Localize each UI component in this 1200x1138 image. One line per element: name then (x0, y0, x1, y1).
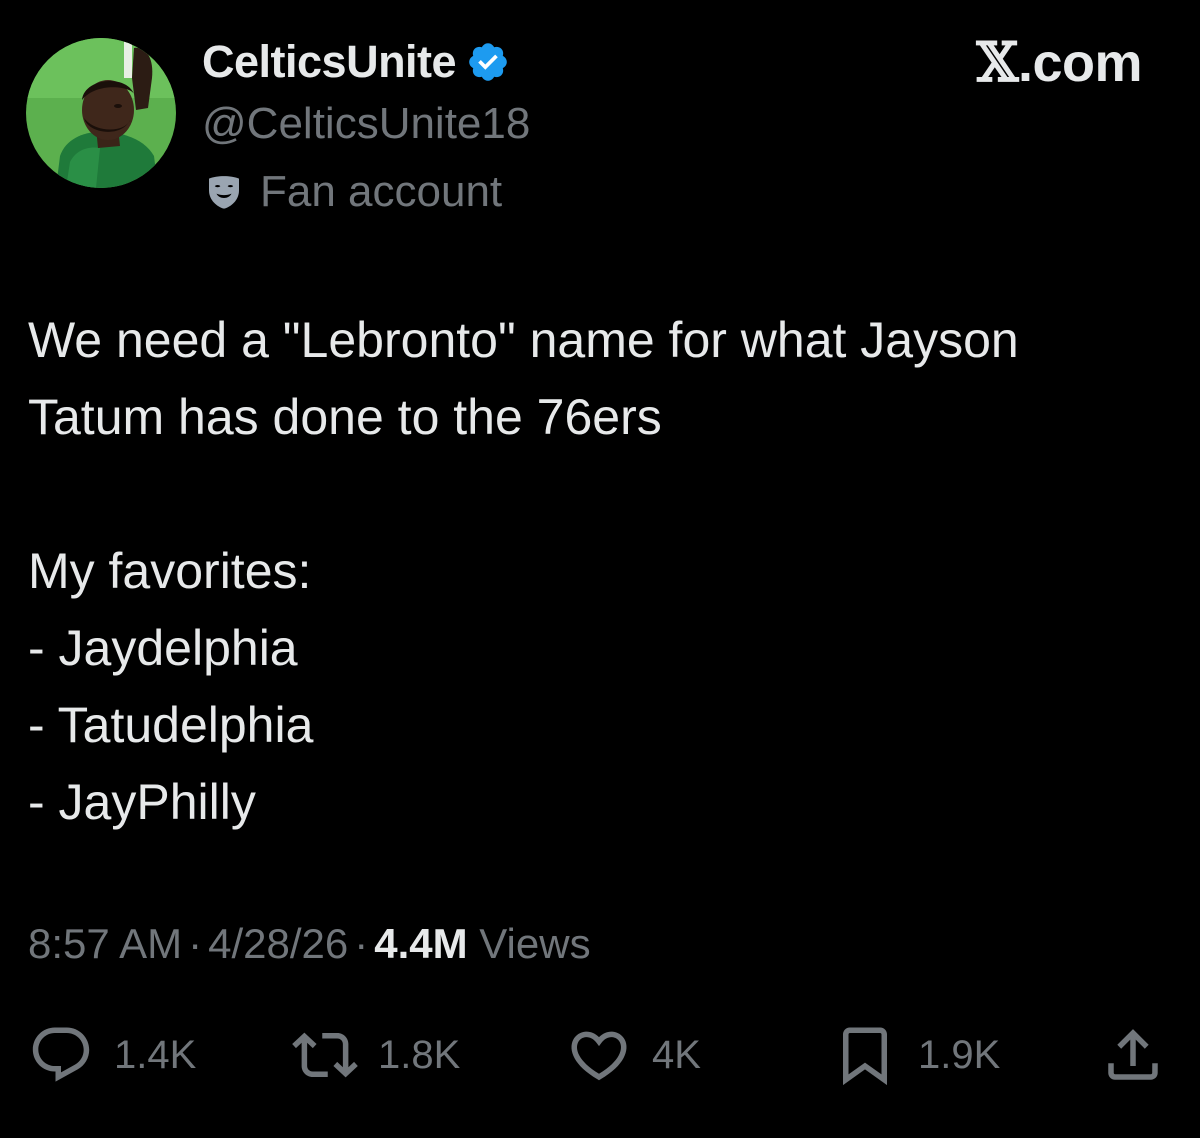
bookmark-count: 1.9K (918, 1032, 1001, 1077)
fan-account-label: Fan account (260, 167, 503, 216)
bookmark-icon (843, 1027, 887, 1086)
tweet-line: - JayPhilly (28, 774, 256, 830)
tweet-line: Tatum has done to the 76ers (28, 389, 662, 445)
meta-separator: · (188, 920, 203, 967)
reply-button[interactable]: 1.4K (28, 1020, 196, 1090)
repost-count: 1.8K (378, 1032, 461, 1077)
like-button[interactable]: 4K (566, 1020, 701, 1090)
views-count: 4.4M (374, 920, 468, 967)
share-button[interactable] (1100, 1020, 1166, 1090)
player-avatar-icon (26, 38, 176, 188)
tweet-line: We need a "Lebronto" name for what Jayso… (28, 312, 1019, 368)
fan-account-badge: Fan account (202, 166, 530, 218)
tweet-line: My favorites: (28, 543, 312, 599)
share-icon (1108, 1029, 1158, 1080)
name-row: CelticsUnite (202, 34, 530, 90)
tweet-time[interactable]: 8:57 AM (28, 920, 182, 967)
reply-count: 1.4K (114, 1032, 197, 1077)
bookmark-button[interactable]: 1.9K (832, 1020, 1000, 1090)
views-label: Views (479, 920, 591, 967)
repost-icon (292, 1032, 358, 1078)
display-name[interactable]: CelticsUnite (202, 36, 457, 88)
reply-icon (32, 1027, 90, 1082)
x-logo-icon: 𝕏 (976, 30, 1019, 94)
avatar[interactable] (26, 38, 176, 188)
heart-icon (571, 1031, 627, 1081)
verified-badge-icon (466, 40, 510, 84)
like-count: 4K (652, 1032, 701, 1077)
author-handle[interactable]: @CelticsUnite18 (202, 96, 530, 152)
repost-button[interactable]: 1.8K (292, 1020, 460, 1090)
site-suffix: .com (1017, 33, 1143, 93)
theater-mask-icon (204, 172, 244, 212)
author-header: CelticsUnite @CelticsUnite18 Fan account (202, 34, 530, 218)
tweet-text: We need a "Lebronto" name for what Jayso… (28, 302, 1178, 841)
tweet-date[interactable]: 4/28/26 (208, 920, 348, 967)
tweet-line: - Tatudelphia (28, 697, 314, 753)
tweet-line: - Jaydelphia (28, 620, 298, 676)
tweet-card: CelticsUnite @CelticsUnite18 Fan account (0, 0, 1200, 1138)
site-watermark: 𝕏.com (976, 30, 1143, 94)
action-bar: 1.4K 1.8K 4K 1.9K (0, 1020, 1200, 1090)
tweet-meta: 8:57 AM · 4/28/26 · 4.4M Views (28, 914, 591, 974)
meta-separator: · (354, 920, 369, 967)
